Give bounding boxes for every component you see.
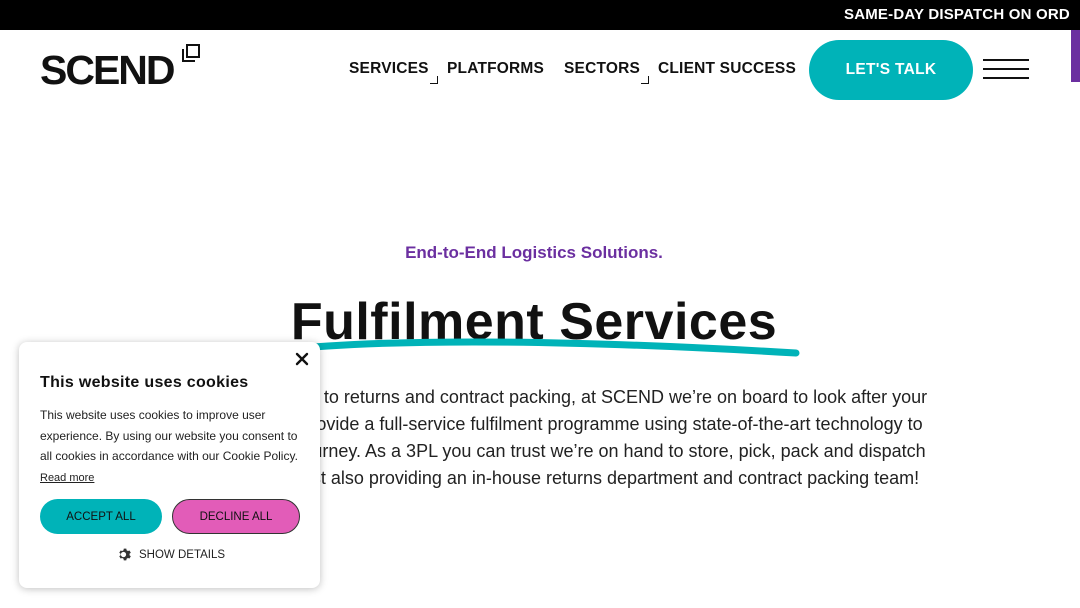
cookie-body: This website uses cookies to improve use… bbox=[40, 405, 306, 489]
announcement-bar: SAME-DAY DISPATCH ON ORD bbox=[0, 0, 1080, 30]
close-icon[interactable] bbox=[295, 352, 309, 366]
nav-label: SERVICES bbox=[349, 60, 429, 77]
nav-label: SECTORS bbox=[564, 60, 641, 77]
show-details-label: SHOW DETAILS bbox=[139, 548, 226, 561]
cookie-body-text: This website uses cookies to improve use… bbox=[40, 408, 298, 464]
decline-all-button[interactable]: DECLINE ALL bbox=[172, 499, 300, 534]
gear-icon bbox=[119, 548, 131, 561]
nav-item-platforms[interactable]: PLATFORMS bbox=[447, 60, 544, 78]
title-underline-swoosh bbox=[276, 338, 800, 357]
hamburger-icon[interactable] bbox=[983, 59, 1029, 81]
cookie-banner: This website uses cookies This website u… bbox=[19, 342, 320, 588]
nav-item-services[interactable]: SERVICES bbox=[349, 60, 438, 84]
accept-all-button[interactable]: ACCEPT ALL bbox=[40, 499, 162, 534]
show-details-toggle[interactable]: SHOW DETAILS bbox=[116, 547, 225, 562]
nav-item-sectors[interactable]: SECTORS bbox=[564, 60, 650, 84]
cookie-title: This website uses cookies bbox=[40, 374, 249, 391]
read-more-link[interactable]: Read more bbox=[40, 472, 94, 484]
nav-item-client-success[interactable]: CLIENT SUCCESS bbox=[658, 60, 796, 78]
corner-icon bbox=[641, 76, 650, 84]
lets-talk-button[interactable]: LET'S TALK bbox=[809, 40, 973, 100]
nav-label: PLATFORMS bbox=[447, 60, 545, 77]
scrollbar-thumb[interactable] bbox=[1071, 30, 1080, 82]
logo-square-icon bbox=[182, 44, 200, 62]
corner-icon bbox=[429, 76, 438, 84]
announcement-text: SAME-DAY DISPATCH ON ORD bbox=[844, 6, 1070, 23]
logo-text: SCEND bbox=[40, 47, 176, 93]
nav-label: CLIENT SUCCESS bbox=[658, 60, 797, 77]
hero-eyebrow: End-to-End Logistics Solutions. bbox=[405, 243, 663, 262]
